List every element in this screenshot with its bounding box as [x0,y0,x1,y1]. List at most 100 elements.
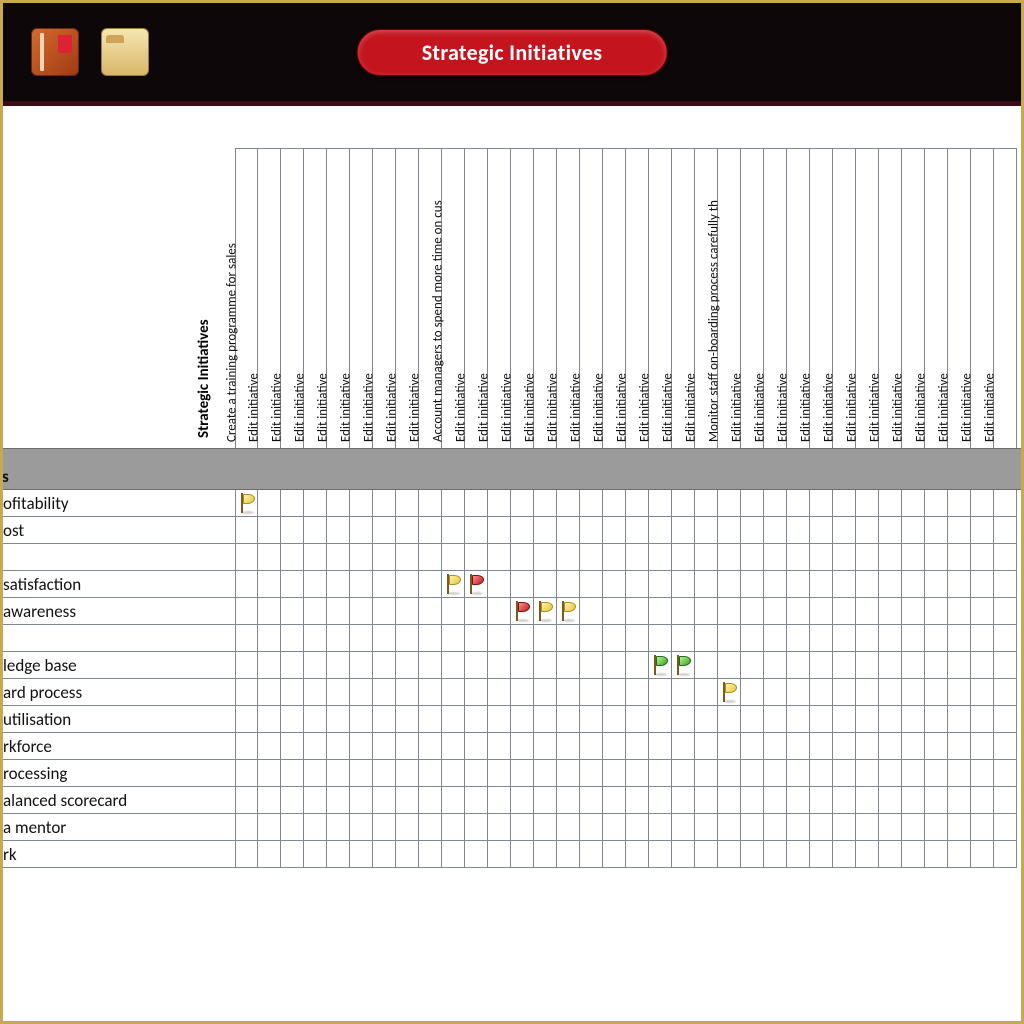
matrix-cell[interactable] [465,814,488,841]
matrix-cell[interactable] [856,841,879,868]
matrix-cell[interactable] [948,598,971,625]
matrix-cell[interactable] [833,544,856,571]
matrix-cell[interactable] [442,814,465,841]
matrix-cell[interactable] [419,571,442,598]
matrix-cell[interactable] [396,841,419,868]
matrix-cell[interactable] [465,787,488,814]
matrix-cell[interactable] [649,544,672,571]
matrix-cell[interactable] [235,652,258,679]
matrix-cell[interactable] [856,760,879,787]
matrix-cell[interactable] [304,544,327,571]
matrix-cell[interactable] [718,544,741,571]
matrix-cell[interactable] [764,841,787,868]
matrix-cell[interactable] [971,652,994,679]
matrix-cell[interactable] [718,787,741,814]
matrix-cell[interactable] [511,544,534,571]
matrix-cell[interactable] [304,517,327,544]
matrix-cell[interactable] [281,544,304,571]
matrix-cell[interactable] [465,490,488,517]
matrix-cell[interactable] [925,652,948,679]
matrix-cell[interactable] [971,571,994,598]
matrix-cell[interactable] [810,760,833,787]
matrix-cell[interactable] [718,814,741,841]
matrix-cell[interactable] [350,760,373,787]
matrix-cell[interactable] [258,760,281,787]
matrix-cell[interactable] [557,652,580,679]
matrix-cell[interactable] [879,544,902,571]
matrix-cell[interactable] [833,841,856,868]
matrix-cell[interactable] [488,760,511,787]
matrix-cell[interactable] [925,598,948,625]
matrix-cell[interactable] [327,652,350,679]
matrix-cell[interactable] [902,625,925,652]
matrix-cell[interactable] [925,517,948,544]
matrix-cell[interactable] [580,706,603,733]
matrix-cell[interactable] [442,841,465,868]
matrix-cell[interactable] [695,787,718,814]
matrix-cell[interactable] [511,517,534,544]
matrix-cell[interactable] [350,679,373,706]
matrix-cell[interactable] [741,571,764,598]
matrix-cell[interactable] [994,598,1017,625]
matrix-cell[interactable] [511,625,534,652]
matrix-cell[interactable] [557,841,580,868]
matrix-cell[interactable] [948,841,971,868]
matrix-cell[interactable] [373,706,396,733]
matrix-cell[interactable] [948,787,971,814]
matrix-cell[interactable] [557,679,580,706]
matrix-cell[interactable] [695,517,718,544]
matrix-cell[interactable] [580,571,603,598]
matrix-cell[interactable] [718,679,741,706]
matrix-cell[interactable] [603,706,626,733]
folder-icon[interactable] [101,28,149,76]
matrix-cell[interactable] [534,814,557,841]
matrix-cell[interactable] [442,706,465,733]
matrix-cell[interactable] [672,733,695,760]
matrix-cell[interactable] [810,652,833,679]
matrix-cell[interactable] [718,571,741,598]
matrix-cell[interactable] [327,490,350,517]
matrix-cell[interactable] [695,760,718,787]
matrix-cell[interactable] [833,706,856,733]
matrix-cell[interactable] [281,571,304,598]
matrix-cell[interactable] [304,733,327,760]
matrix-cell[interactable] [741,490,764,517]
matrix-cell[interactable] [534,517,557,544]
matrix-cell[interactable] [649,652,672,679]
matrix-cell[interactable] [488,679,511,706]
matrix-cell[interactable] [833,517,856,544]
matrix-cell[interactable] [350,706,373,733]
matrix-cell[interactable] [442,517,465,544]
matrix-cell[interactable] [235,841,258,868]
matrix-cell[interactable] [373,544,396,571]
matrix-cell[interactable] [649,490,672,517]
objective-label[interactable]: ost [3,517,235,544]
matrix-cell[interactable] [488,841,511,868]
matrix-cell[interactable] [879,679,902,706]
matrix-cell[interactable] [810,517,833,544]
matrix-cell[interactable] [672,760,695,787]
matrix-cell[interactable] [787,490,810,517]
matrix-cell[interactable] [396,787,419,814]
matrix-cell[interactable] [350,787,373,814]
matrix-cell[interactable] [971,814,994,841]
matrix-cell[interactable] [235,760,258,787]
matrix-cell[interactable] [281,679,304,706]
matrix-cell[interactable] [304,841,327,868]
matrix-cell[interactable] [695,490,718,517]
matrix-cell[interactable] [672,544,695,571]
matrix-cell[interactable] [396,490,419,517]
book-icon[interactable] [31,28,79,76]
matrix-cell[interactable] [419,625,442,652]
matrix-cell[interactable] [902,490,925,517]
matrix-cell[interactable] [511,706,534,733]
matrix-cell[interactable] [948,679,971,706]
matrix-cell[interactable] [235,814,258,841]
matrix-cell[interactable] [833,490,856,517]
matrix-cell[interactable] [948,652,971,679]
matrix-cell[interactable] [833,814,856,841]
objective-label[interactable]: rkforce [3,733,235,760]
matrix-cell[interactable] [672,787,695,814]
matrix-cell[interactable] [442,544,465,571]
matrix-cell[interactable] [764,652,787,679]
